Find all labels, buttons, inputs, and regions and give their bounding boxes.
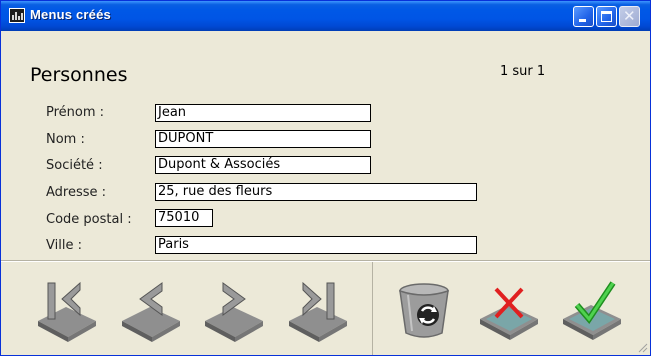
cancel-icon — [480, 287, 538, 340]
app-icon — [9, 8, 25, 23]
record-counter: 1 sur 1 — [500, 64, 546, 79]
toolbar-separator — [372, 262, 373, 355]
postal-code-field[interactable]: 75010 — [155, 209, 213, 227]
cancel-button[interactable] — [476, 277, 542, 343]
company-label: Société : — [46, 158, 103, 173]
close-button[interactable]: ✕ — [619, 6, 640, 27]
validate-icon — [563, 281, 621, 340]
first-record-button[interactable] — [34, 277, 100, 343]
window-title: Menus créés — [30, 7, 111, 22]
first-record-icon — [38, 281, 96, 342]
minimize-button[interactable] — [573, 6, 594, 27]
last-record-icon — [289, 281, 347, 342]
city-field[interactable]: Paris — [155, 236, 477, 254]
maximize-icon — [601, 11, 612, 22]
validate-button[interactable] — [559, 277, 625, 343]
recycle-bin-icon — [399, 283, 449, 338]
next-record-icon — [205, 282, 263, 342]
previous-record-icon — [122, 282, 180, 342]
maximize-button[interactable] — [596, 6, 617, 27]
toolbar-divider-highlight — [1, 261, 650, 262]
firstname-field[interactable]: Jean — [155, 104, 371, 122]
close-icon: ✕ — [623, 7, 636, 25]
previous-record-button[interactable] — [118, 277, 184, 343]
recycle-bin-button[interactable] — [394, 277, 460, 343]
lastname-field[interactable]: DUPONT — [155, 130, 371, 148]
city-label: Ville : — [46, 238, 82, 253]
next-record-button[interactable] — [201, 277, 267, 343]
minimize-icon — [579, 19, 586, 22]
title-bar[interactable]: Menus créés ✕ — [1, 1, 650, 31]
app-window: Menus créés ✕ Personnes 1 sur 1 Prénom :… — [0, 0, 651, 356]
company-field[interactable]: Dupont & Associés — [155, 156, 371, 174]
form-heading: Personnes — [30, 64, 128, 86]
address-label: Adresse : — [46, 185, 107, 200]
address-field[interactable]: 25, rue des fleurs — [155, 183, 477, 201]
lastname-label: Nom : — [46, 132, 85, 147]
postal-code-label: Code postal : — [46, 212, 132, 227]
resize-grip-icon[interactable] — [636, 341, 648, 353]
firstname-label: Prénom : — [46, 105, 105, 120]
last-record-button[interactable] — [285, 277, 351, 343]
